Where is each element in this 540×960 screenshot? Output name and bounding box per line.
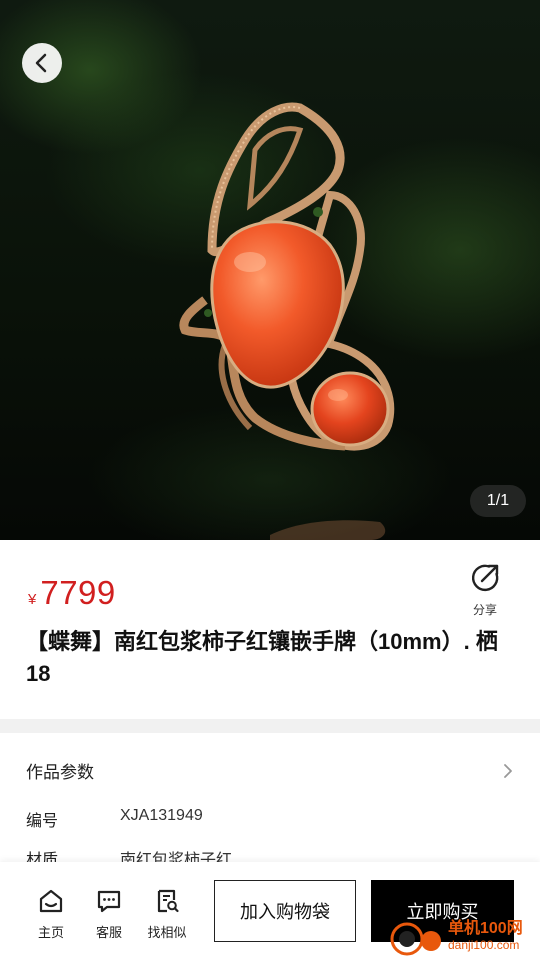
add-to-cart-button[interactable]: 加入购物袋: [214, 880, 356, 942]
price-value: 7799: [40, 574, 116, 611]
home-icon: [39, 889, 63, 913]
chat-icon: [97, 890, 121, 913]
params-title: 作品参数: [26, 763, 94, 782]
site-watermark: 单机100网 danji100.com: [388, 914, 540, 960]
nav-home[interactable]: 主页: [27, 888, 75, 941]
image-counter: 1/1: [470, 485, 526, 517]
params-header[interactable]: 作品参数: [26, 758, 514, 783]
product-image[interactable]: 1/1: [0, 0, 540, 540]
param-value: XJA131949: [120, 807, 203, 824]
share-icon: [471, 564, 499, 592]
back-button[interactable]: [22, 43, 62, 83]
nav-find-similar[interactable]: 找相似: [143, 888, 191, 941]
nav-home-label: 主页: [37, 925, 64, 940]
section-divider: [0, 719, 540, 733]
chevron-left-icon: [35, 53, 47, 73]
watermark-domain: danji100.com: [448, 938, 520, 952]
chevron-right-icon: [504, 763, 512, 778]
nav-find-similar-label: 找相似: [147, 925, 187, 940]
nav-customer-service-label: 客服: [95, 925, 122, 940]
param-key: 编号: [26, 813, 59, 830]
share-label: 分享: [472, 603, 497, 617]
watermark-name: 单机100网: [448, 920, 523, 937]
nav-customer-service[interactable]: 客服: [85, 888, 133, 941]
watermark-logo-icon: [390, 922, 441, 956]
product-title: 【蝶舞】南红包浆柿子红镶嵌手牌（10mm）. 栖18: [26, 629, 498, 686]
find-similar-icon: [157, 889, 179, 913]
currency-symbol: ¥: [28, 591, 37, 608]
price-row: ¥ 7799: [28, 574, 116, 612]
butterfly-pendant-image: [179, 102, 395, 540]
share-button[interactable]: 分享: [464, 562, 506, 618]
param-row-serial: 编号 XJA131949: [26, 807, 203, 831]
